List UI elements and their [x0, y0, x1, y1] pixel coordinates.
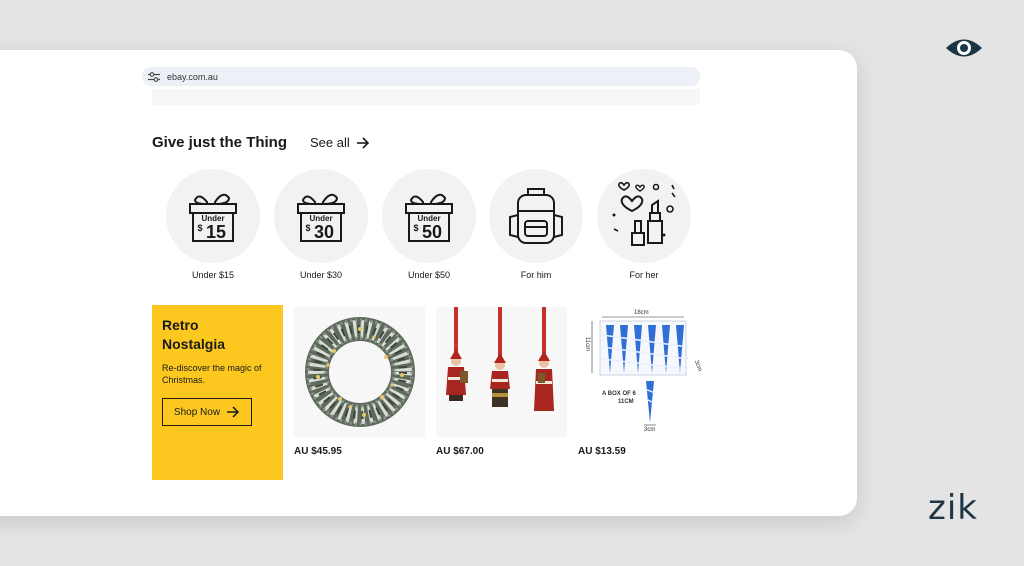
product-card[interactable]: 18cm 11cm 3cm A BOX OF 6 11CM 3cm AU $13… [578, 307, 709, 457]
see-all-link[interactable]: See all [310, 135, 370, 150]
product-card[interactable]: AU $45.95 [294, 307, 425, 457]
site-settings-icon[interactable] [148, 71, 160, 82]
dim-height: 11cm [584, 336, 591, 352]
product-card[interactable]: AU $67.00 [436, 307, 567, 457]
product-image[interactable] [436, 307, 567, 437]
svg-text:$: $ [305, 223, 310, 233]
gift-box-icon: Under $ 30 [297, 193, 345, 242]
blue-icicle-ornaments-image [591, 316, 689, 426]
product-price: AU $45.95 [294, 446, 342, 457]
gift-box-icon: Under $ 50 [405, 193, 453, 242]
promo-text: Re-discover the magic of Christmas. [162, 363, 262, 385]
cosmetics-icon [612, 181, 676, 246]
svg-text:$: $ [413, 223, 418, 233]
dim-box: A BOX OF 6 [602, 391, 636, 397]
promo-title: Retro Nostalgia [162, 317, 226, 352]
gift-box-icon: Under $ 15 [189, 193, 237, 242]
product-price: AU $13.59 [578, 446, 626, 457]
category-for-her[interactable]: For her [597, 169, 691, 280]
category-label: Under $50 [407, 270, 451, 280]
section-title: Give just the Thing [152, 134, 288, 151]
shop-now-button[interactable]: Shop Now [162, 398, 252, 426]
backpack-icon [509, 188, 563, 244]
category-label: For her [629, 270, 659, 280]
see-all-label: See all [310, 135, 350, 150]
url-text: ebay.com.au [167, 71, 218, 82]
product-price: AU $67.00 [436, 446, 484, 457]
product-image[interactable] [294, 307, 425, 437]
shop-now-label: Shop Now [173, 406, 221, 418]
badge-amount-text: 50 [422, 222, 442, 242]
page-nav-strip [152, 89, 700, 105]
arrow-right-icon [356, 136, 369, 149]
dim-width: 18cm [634, 310, 649, 316]
category-under-30[interactable]: Under $ 30 Under $30 [274, 169, 368, 280]
category-label: For him [520, 270, 552, 280]
eye-logo-icon [946, 39, 982, 57]
promo-panel: Retro Nostalgia Re-discover the magic of… [152, 305, 283, 480]
product-image[interactable]: 18cm 11cm 3cm A BOX OF 6 11CM 3cm [578, 307, 709, 437]
category-label: Under $30 [299, 270, 343, 280]
svg-text:$: $ [197, 223, 202, 233]
zik-watermark: zik [928, 488, 978, 528]
arrow-right-icon [227, 406, 240, 418]
browser-card [0, 50, 857, 516]
category-under-15[interactable]: Under $ 15 Under $15 [166, 169, 260, 280]
dim-length: 11CM [618, 399, 634, 405]
christmas-wreath-image [305, 317, 415, 427]
category-for-him[interactable]: For him [489, 169, 583, 280]
dim-small: 3cm [644, 427, 656, 433]
category-under-50[interactable]: Under $ 50 Under $50 [382, 169, 476, 280]
badge-amount-text: 30 [314, 222, 334, 242]
address-bar[interactable]: ebay.com.au [142, 67, 700, 86]
category-label: Under $15 [191, 270, 235, 280]
badge-amount-text: 15 [206, 222, 226, 242]
santa-ornaments-image [446, 307, 554, 411]
